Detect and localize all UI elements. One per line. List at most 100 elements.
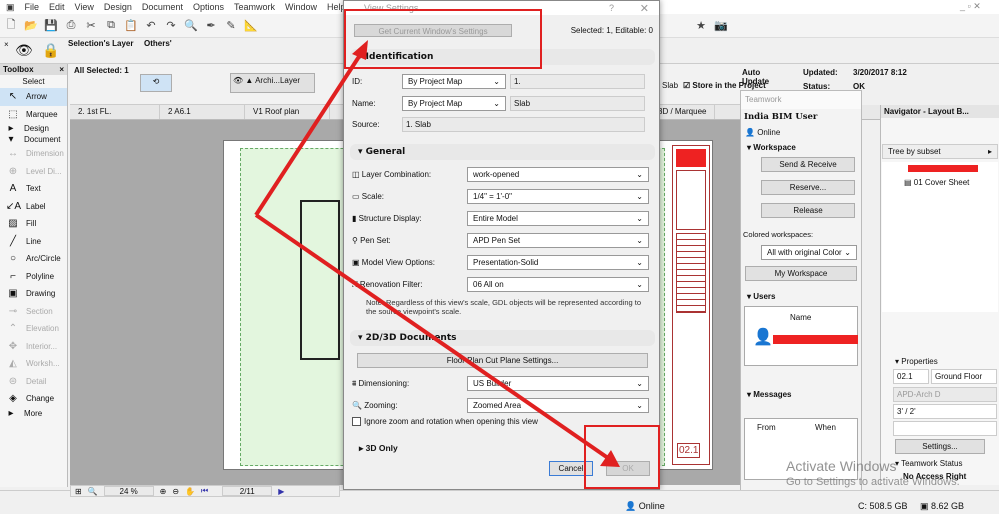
lock-icon[interactable]: 🔒 <box>42 42 59 59</box>
my-workspace-button[interactable]: My Workspace <box>745 266 857 281</box>
tool-arc-circle[interactable]: ○ Arc/Circle <box>0 250 67 268</box>
name-field[interactable]: Slab <box>510 96 645 111</box>
cut-icon[interactable]: ✂ <box>84 19 98 32</box>
tool-text[interactable]: A Text <box>0 180 67 198</box>
tree-item[interactable]: ▤ 01 Cover Sheet <box>886 178 998 191</box>
tool-line[interactable]: ╱ Line <box>0 233 67 251</box>
messages-section[interactable]: ▾ Messages <box>741 366 861 402</box>
menu-edit[interactable]: Edit <box>49 2 65 12</box>
menu-window[interactable]: Window <box>285 2 317 12</box>
tool-drawing[interactable]: ▣ Drawing <box>0 285 67 303</box>
syringe-icon[interactable]: ✎ <box>224 19 238 32</box>
users-section[interactable]: ▾ Users <box>741 287 861 306</box>
cut-plane-settings-button[interactable]: Floor Plan Cut Plane Settings... <box>357 353 648 368</box>
tool-polyline[interactable]: ⌐ Polyline <box>0 268 67 286</box>
menu-teamwork[interactable]: Teamwork <box>234 2 275 12</box>
menu-document[interactable]: Document <box>142 2 183 12</box>
eyedropper-icon[interactable]: ✒ <box>204 19 218 32</box>
zoom-field[interactable]: 24 % <box>103 486 154 496</box>
tool-elevation[interactable]: ⌃ Elevation <box>0 320 67 338</box>
navigator-tree[interactable]: ▤ 01 Cover Sheet▤ 02 Plans▤ 02.1 Groun▤ … <box>882 162 998 312</box>
field-select[interactable]: APD Pen Set ⌄ <box>467 233 649 248</box>
settings-button[interactable]: Settings... <box>895 439 985 454</box>
section-general[interactable]: ▾ General <box>350 144 655 160</box>
dimensioning-select[interactable]: US Builder ⌄ <box>467 376 649 391</box>
property-id-field[interactable]: 02.1 <box>893 369 929 384</box>
store-project-checkbox[interactable]: ☑ Store in the Project <box>683 81 766 90</box>
geometry-method-button[interactable]: ⟲ <box>140 74 172 92</box>
redo-icon[interactable]: ↷ <box>164 19 178 32</box>
first-page-icon[interactable]: ⏮ <box>201 486 208 496</box>
section-3d-only[interactable]: ▸ 3D Only <box>359 443 398 454</box>
tool-change[interactable]: ◈ Change <box>0 390 67 408</box>
tool-document[interactable]: ▾ Document <box>0 134 67 145</box>
cancel-button[interactable]: Cancel <box>549 461 593 476</box>
section-documents[interactable]: ▾ 2D/3D Documents <box>350 330 655 346</box>
zoom-out-icon[interactable]: ⊖ <box>172 487 179 496</box>
field-select[interactable]: Presentation-Solid ⌄ <box>467 255 649 270</box>
tool-interior-[interactable]: ✥ Interior... <box>0 338 67 356</box>
online-status[interactable]: 👤 Online <box>741 125 861 140</box>
save-icon[interactable]: 💾 <box>44 19 58 32</box>
zoom-area-icon[interactable]: 🔍 <box>88 487 98 496</box>
field-select[interactable]: 1/4" = 1'-0" ⌄ <box>467 189 649 204</box>
tab-roof-plan[interactable]: V1 Roof plan <box>245 105 330 119</box>
menu-options[interactable]: Options <box>193 2 224 12</box>
send-receive-button[interactable]: Send & Receive <box>761 157 855 172</box>
zoom-in-icon[interactable]: ⊕ <box>160 487 167 496</box>
tool-arrow[interactable]: ↖ Arrow <box>0 88 67 106</box>
close-icon[interactable]: × <box>59 65 64 74</box>
tool-worksh-[interactable]: ◭ Worksh... <box>0 355 67 373</box>
tab-1st-fl[interactable]: 2. 1st FL. <box>70 105 160 119</box>
navigator-actions[interactable] <box>881 315 999 355</box>
workspace-section[interactable]: ▾ Workspace <box>741 140 861 155</box>
menu-file[interactable]: File <box>25 2 40 12</box>
tool-detail[interactable]: ⊜ Detail <box>0 373 67 391</box>
tree-view-select[interactable]: Tree by subset ▸ <box>882 144 998 159</box>
tool-marquee[interactable]: ⬚ Marquee <box>0 106 67 124</box>
open-icon[interactable]: 📂 <box>24 19 38 32</box>
print-icon[interactable]: ⎙ <box>64 19 78 32</box>
tool-fill[interactable]: ▨ Fill <box>0 215 67 233</box>
field-select[interactable]: Entire Model ⌄ <box>467 211 649 226</box>
property-name-field[interactable]: Ground Floor <box>931 369 997 384</box>
tool-design[interactable]: ▸ Design <box>0 123 67 134</box>
tool-dimension[interactable]: ↔ Dimension <box>0 145 67 163</box>
ok-button[interactable]: OK <box>606 461 650 476</box>
properties-section[interactable]: ▾ Properties <box>881 355 999 368</box>
menu-design[interactable]: Design <box>104 2 132 12</box>
next-page-icon[interactable]: ▶ <box>278 487 284 496</box>
id-field[interactable]: 1. <box>510 74 645 89</box>
camera-icon[interactable]: 📷 <box>714 19 728 32</box>
menu-view[interactable]: View <box>75 2 94 12</box>
ruler-icon[interactable]: 📐 <box>244 19 258 32</box>
navigator-toolbar[interactable] <box>881 118 999 144</box>
new-icon[interactable]: 🗋 <box>4 16 18 35</box>
eye-icon[interactable]: 👁 <box>15 42 33 59</box>
close-icon[interactable]: × <box>4 40 9 49</box>
section-identification[interactable]: ▾ Identification <box>350 49 655 65</box>
tool-section[interactable]: ⊸ Section <box>0 303 67 321</box>
field-select[interactable]: 06 All on ⌄ <box>467 277 649 292</box>
tab-a6-1[interactable]: 2 A6.1 <box>160 105 245 119</box>
find-icon[interactable]: 🔍 <box>184 19 198 32</box>
pan-icon[interactable]: ✋ <box>185 487 195 496</box>
help-icon[interactable]: ? <box>609 3 614 13</box>
name-select[interactable]: By Project Map ⌄ <box>402 96 506 111</box>
copy-icon[interactable]: ⧉ <box>104 19 118 32</box>
undo-icon[interactable]: ↶ <box>144 19 158 32</box>
users-list[interactable]: Name 👤 <box>744 306 858 366</box>
zoom-fit-icon[interactable]: ⊞ <box>75 487 82 496</box>
window-controls[interactable]: _ ▫ ✕ <box>960 1 981 12</box>
zooming-select[interactable]: Zoomed Area ⌄ <box>467 398 649 413</box>
release-button[interactable]: Release <box>761 203 855 218</box>
colored-workspaces-select[interactable]: All with original Color ⌄ <box>761 245 857 260</box>
page-field[interactable]: 2/11 <box>222 486 273 496</box>
ignore-zoom-checkbox[interactable]: Ignore zoom and rotation when opening th… <box>352 417 538 426</box>
reserve-button[interactable]: Reserve... <box>761 180 855 195</box>
close-icon[interactable]: ✕ <box>640 2 649 15</box>
id-select[interactable]: By Project Map ⌄ <box>402 74 506 89</box>
get-current-settings-button[interactable]: Get Current Window's Settings <box>354 24 512 37</box>
paste-icon[interactable]: 📋 <box>124 19 138 32</box>
tool-level-di-[interactable]: ⊕ Level Di... <box>0 163 67 181</box>
